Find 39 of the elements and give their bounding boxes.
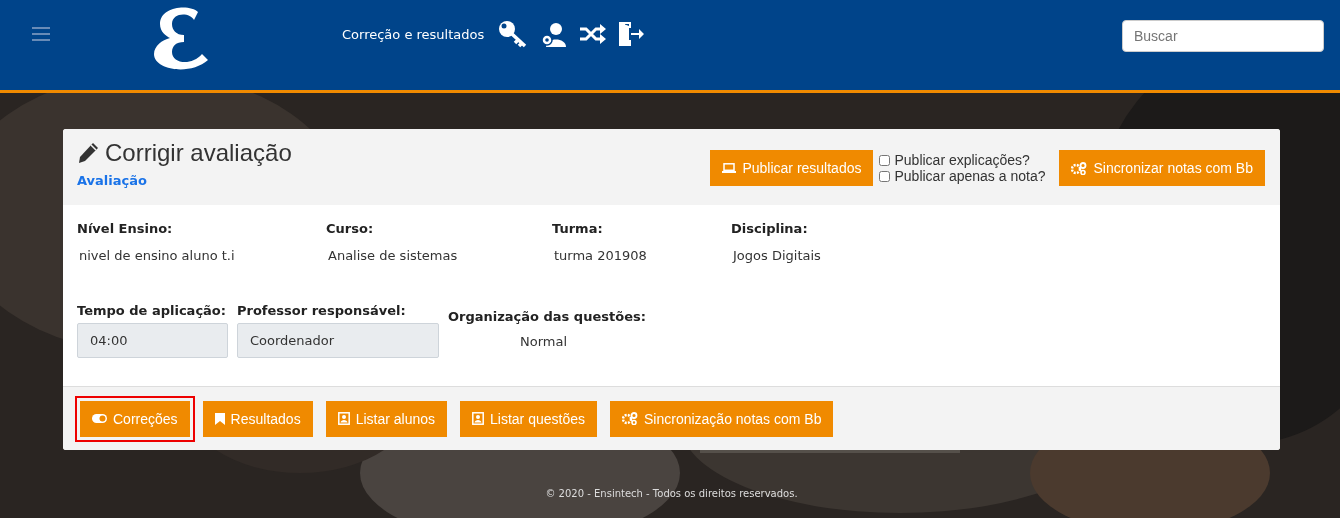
exit-door-icon[interactable] <box>618 20 645 48</box>
user-gear-icon[interactable] <box>540 21 569 47</box>
nav-title[interactable]: Correção e resultados <box>342 26 485 42</box>
toggle-icon <box>92 414 107 423</box>
contact-card-icon <box>337 412 350 425</box>
key-icon[interactable] <box>498 20 529 48</box>
laptop-icon <box>722 163 737 173</box>
field-label: Disciplina: <box>731 221 809 236</box>
field-label: Nível Ensino: <box>77 221 174 236</box>
field-label: Turma: <box>552 221 604 236</box>
field-value: Jogos Digitais <box>731 248 821 263</box>
field-value: Normal <box>519 334 569 349</box>
field-value: Analise de sistemas <box>327 248 459 263</box>
search-field[interactable]: Buscar <box>1122 20 1324 52</box>
pencil-icon <box>77 142 99 164</box>
action-button[interactable]: Sincronização notas com Bb <box>610 400 834 437</box>
action-button[interactable]: Listar questões <box>460 400 597 437</box>
checkbox[interactable] <box>879 170 891 182</box>
checkbox[interactable] <box>879 154 891 166</box>
shuffle-icon[interactable] <box>580 24 607 44</box>
sync-button[interactable]: Sincronizar notas com Bb <box>1059 150 1265 186</box>
publish-button[interactable]: Publicar resultados <box>710 150 874 186</box>
page-title: Corrigir avaliação <box>105 139 292 167</box>
subtitle-link[interactable]: Avaliação <box>77 173 147 188</box>
checkbox-label: Publicar apenas a nota? <box>894 168 1046 184</box>
field-value: nivel de ensino aluno t.i <box>78 248 236 263</box>
action-button[interactable]: Correções <box>80 400 190 437</box>
field-value: turma 201908 <box>553 248 648 263</box>
menu-icon[interactable] <box>32 27 50 41</box>
field-label: Tempo de aplicação: <box>77 303 227 318</box>
copyright-text: © 2020 - Ensintech - Todos os direitos reservados. <box>544 488 799 499</box>
field-label: Professor responsável: <box>237 303 407 318</box>
field-label: Organização das questões: <box>448 309 646 324</box>
action-button[interactable]: Listar alunos <box>325 400 448 437</box>
action-button[interactable]: Resultados <box>202 400 313 437</box>
checkbox-label: Publicar explicações? <box>894 152 1030 168</box>
contact-card-icon <box>472 412 485 425</box>
field-label: Curso: <box>326 221 375 236</box>
bookmark-icon <box>214 412 225 425</box>
